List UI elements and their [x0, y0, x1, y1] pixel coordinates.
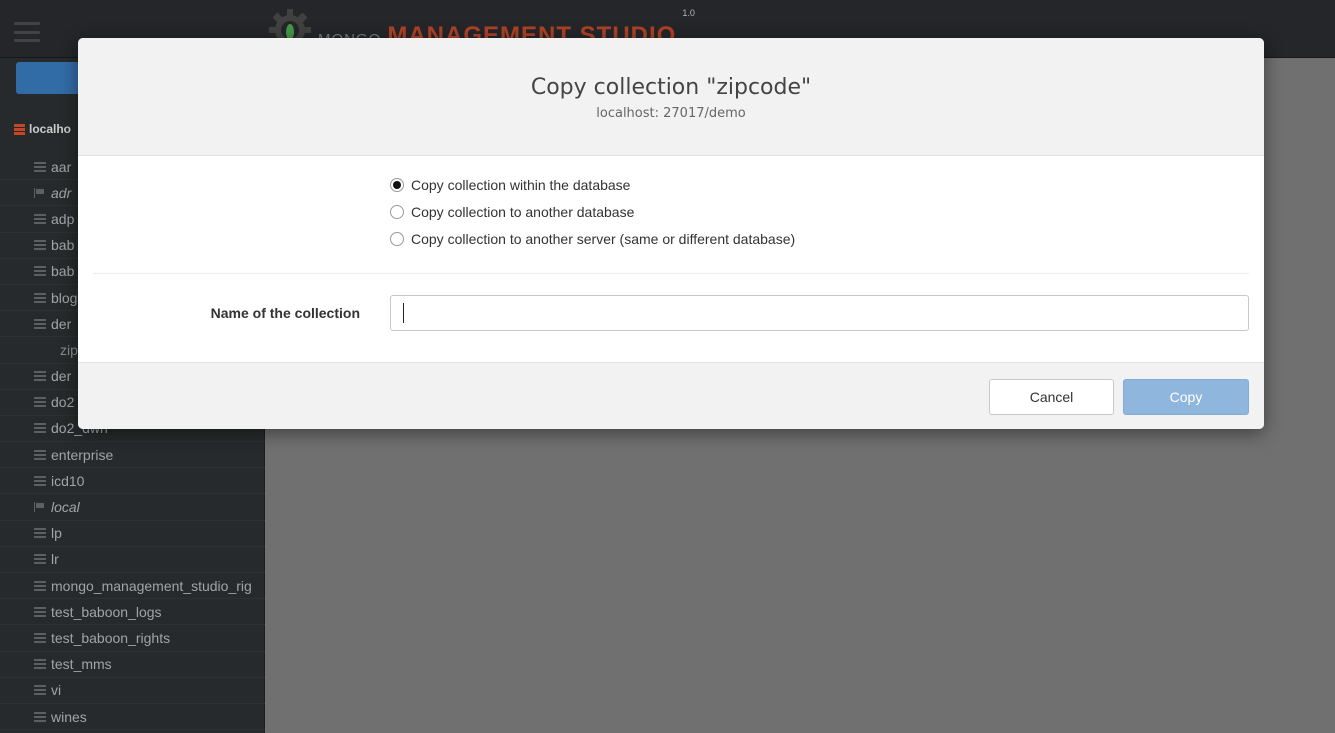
- option-within-database[interactable]: Copy collection within the database: [390, 171, 795, 198]
- copy-button[interactable]: Copy: [1123, 379, 1249, 415]
- option-another-server[interactable]: Copy collection to another server (same …: [390, 225, 795, 252]
- copy-collection-dialog: Copy collection "zipcode" localhost: 270…: [78, 38, 1264, 429]
- radio-another-server[interactable]: [390, 231, 404, 246]
- dialog-footer: Cancel Copy: [78, 362, 1264, 429]
- cancel-button[interactable]: Cancel: [989, 379, 1114, 415]
- radio-within-database[interactable]: [390, 177, 404, 192]
- dialog-subtitle: localhost: 27017/demo: [596, 106, 746, 121]
- collection-name-label: Name of the collection: [210, 305, 360, 321]
- copy-mode-options: Copy collection within the database Copy…: [390, 171, 795, 252]
- option-label: Copy collection to another server (same …: [411, 230, 796, 247]
- radio-another-database[interactable]: [390, 204, 404, 219]
- option-label: Copy collection within the database: [411, 176, 631, 193]
- option-another-database[interactable]: Copy collection to another database: [390, 198, 795, 225]
- divider: [93, 273, 1249, 274]
- text-caret: [403, 303, 404, 323]
- option-label: Copy collection to another database: [411, 203, 635, 220]
- collection-name-input[interactable]: [390, 295, 1249, 331]
- dialog-header: Copy collection "zipcode" localhost: 270…: [78, 38, 1264, 156]
- dialog-title: Copy collection "zipcode": [530, 75, 812, 100]
